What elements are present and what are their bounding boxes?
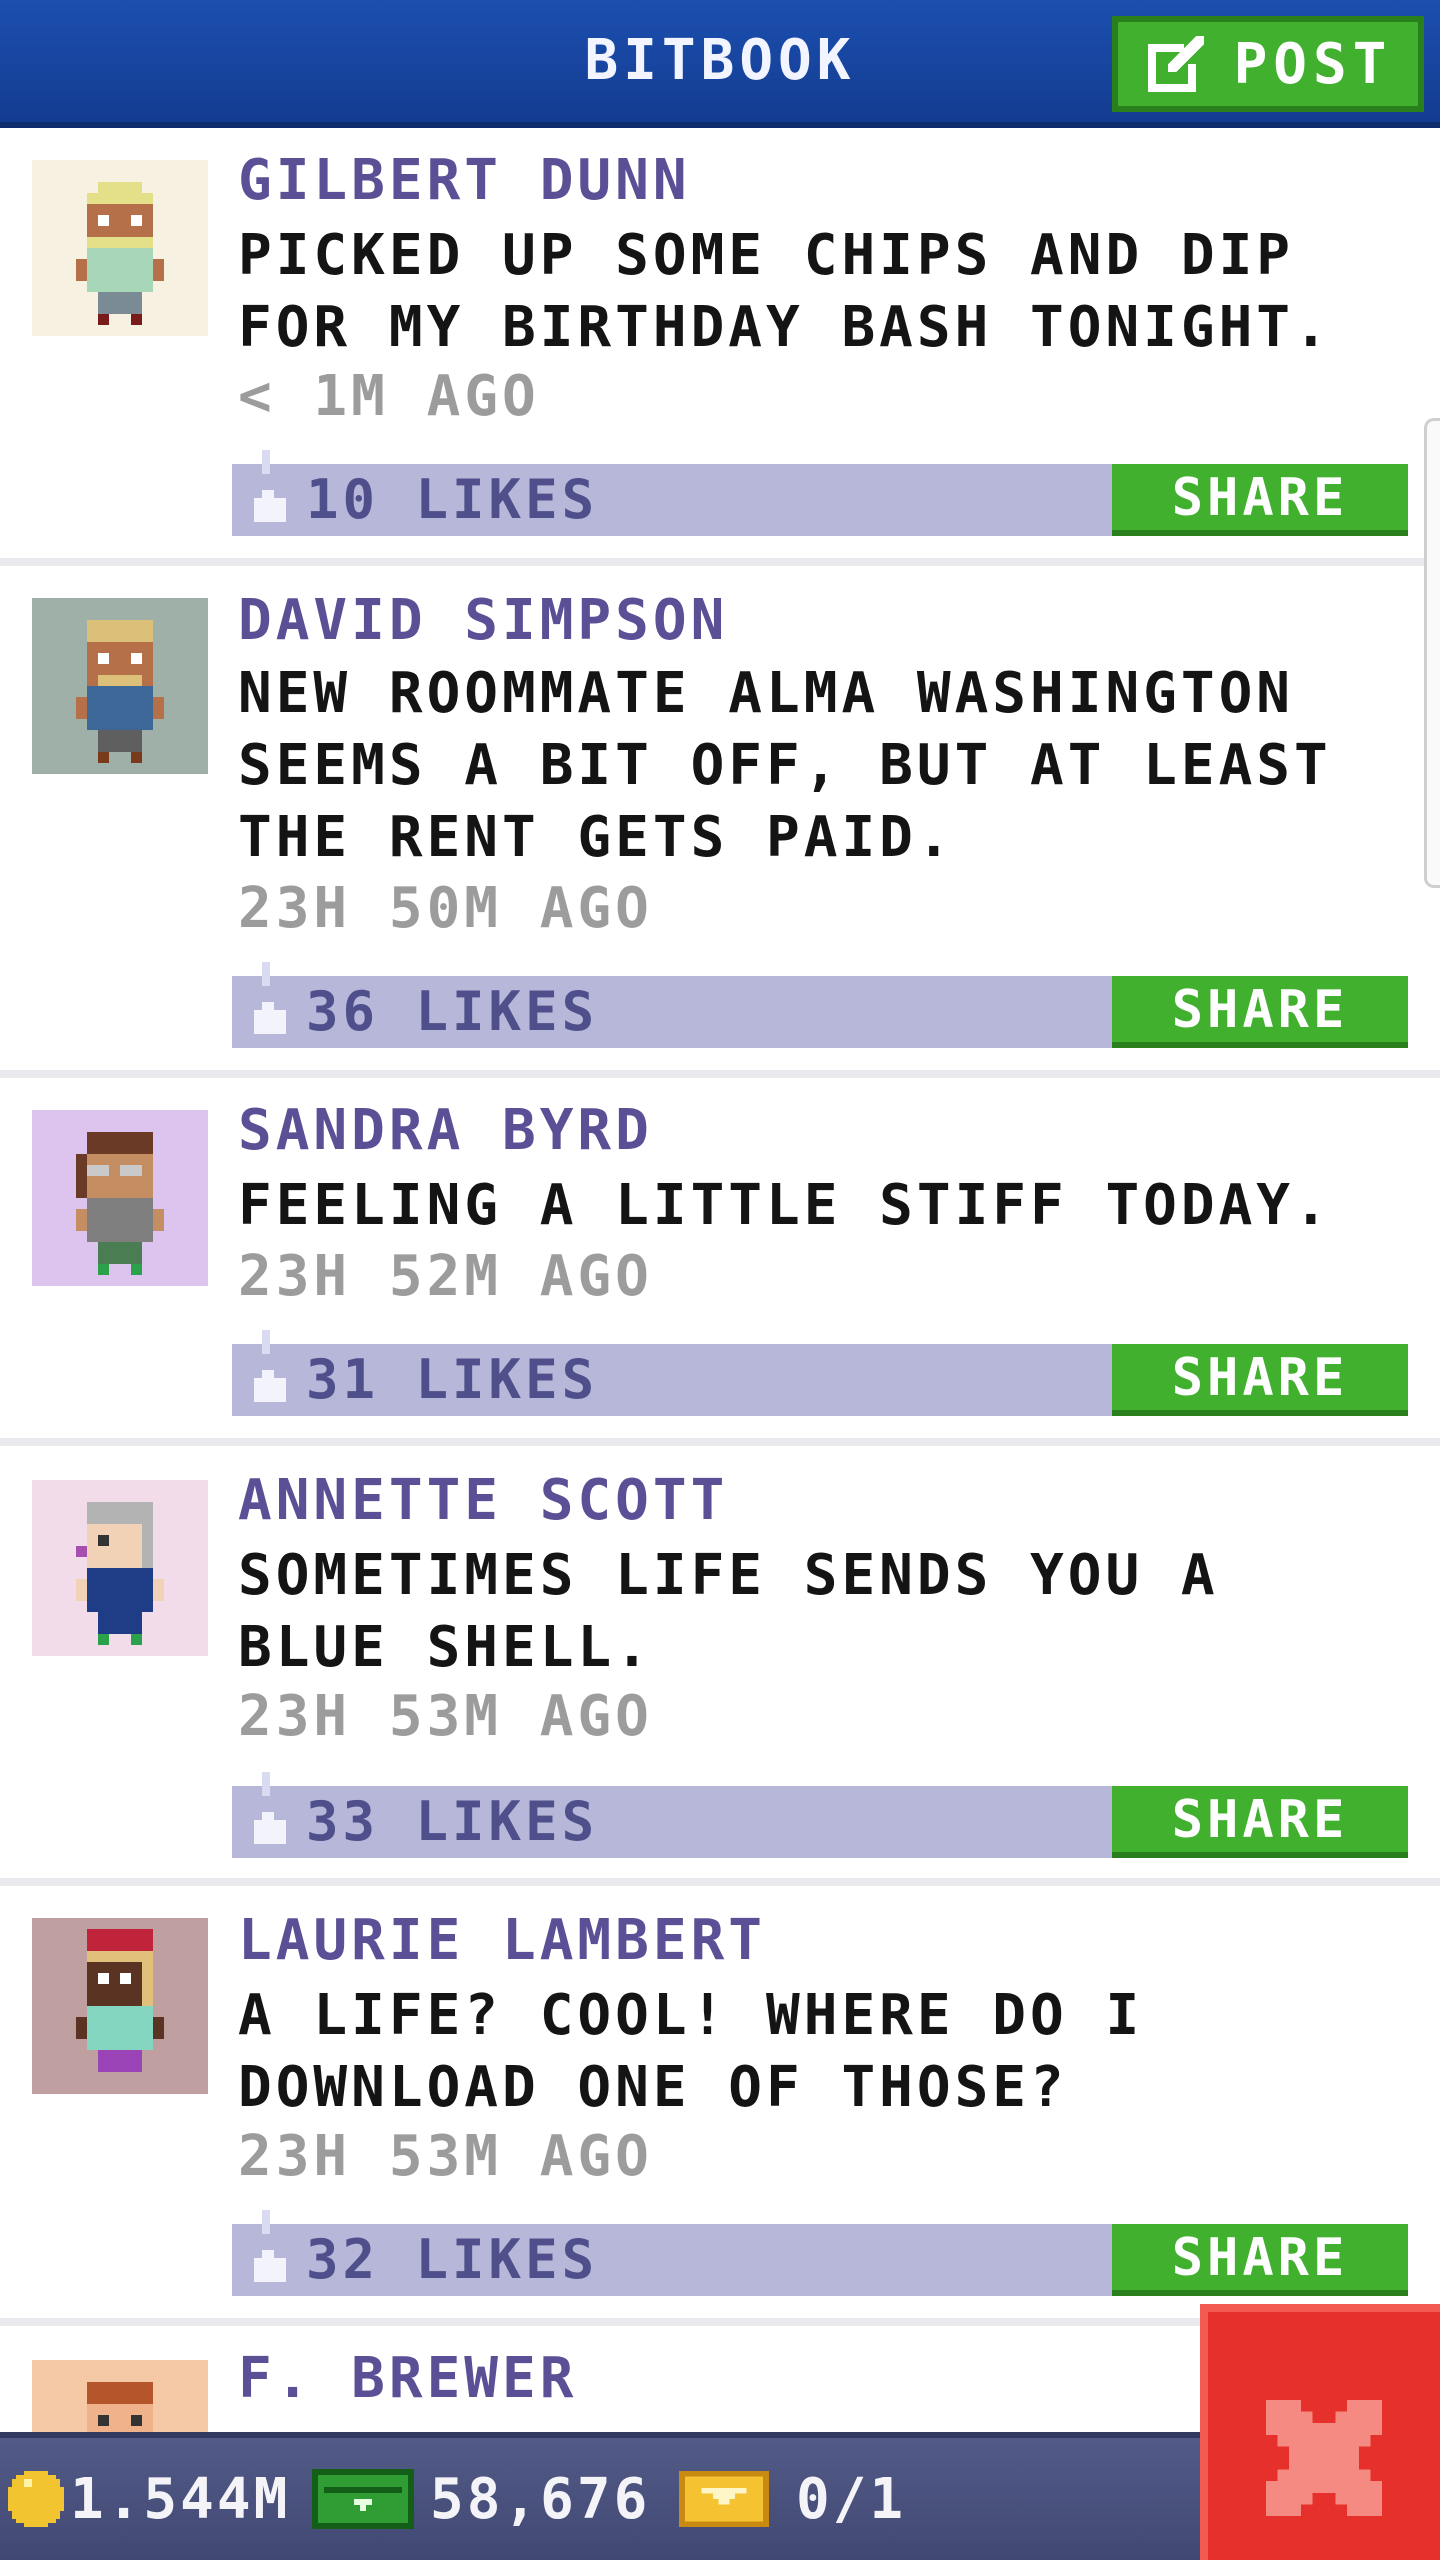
share-button[interactable]: SHARE (1112, 2224, 1408, 2296)
feed-post: DAVID SIMPSON NEW ROOMMATE ALMA WASHINGT… (0, 566, 1440, 1078)
post-text: SOMETIMES LIFE SENDS YOU A BLUE SHELL. (238, 1543, 1219, 1680)
like-bar[interactable]: 32 LIKES SHARE (232, 2210, 1408, 2296)
thumbs-up-icon (254, 1772, 286, 1844)
ticket-icon (679, 2471, 769, 2527)
like-bar[interactable]: 31 LIKES SHARE (232, 1330, 1408, 1416)
post-author[interactable]: ANNETTE SCOTT (238, 1468, 728, 1540)
post-author[interactable]: F. BREWER (238, 2346, 577, 2418)
ticket-stat: 0/1 (678, 2438, 906, 2560)
avatar (32, 1110, 208, 1286)
coin-icon (8, 2471, 64, 2527)
share-button[interactable]: SHARE (1112, 976, 1408, 1048)
avatar (32, 598, 208, 774)
like-count: 10 LIKES (306, 468, 599, 531)
scrollbar[interactable] (1424, 418, 1440, 888)
feed-post: SANDRA BYRD FEELING A LITTLE STIFF TODAY… (0, 1078, 1440, 1446)
thumbs-up-icon (254, 2210, 286, 2282)
thumbs-up-icon (254, 962, 286, 1034)
like-count: 32 LIKES (306, 2228, 599, 2291)
post-author[interactable]: GILBERT DUNN (238, 148, 691, 220)
avatar (32, 1918, 208, 2094)
feed-post: ANNETTE SCOTT SOMETIMES LIFE SENDS YOU A… (0, 1446, 1440, 1886)
avatar (32, 1480, 208, 1656)
like-bar[interactable]: 10 LIKES SHARE (232, 450, 1408, 536)
post-text: PICKED UP SOME CHIPS AND DIP FOR MY BIRT… (238, 223, 1332, 360)
feed-post: GILBERT DUNN PICKED UP SOME CHIPS AND DI… (0, 128, 1440, 566)
post-author[interactable]: DAVID SIMPSON (238, 588, 728, 660)
like-bar[interactable]: 33 LIKES SHARE (232, 1772, 1408, 1858)
post-timestamp: 23H 53M AGO (238, 2124, 653, 2189)
post-button-label: POST (1233, 31, 1393, 97)
bux-icon (312, 2469, 414, 2529)
post-text: A LIFE? COOL! WHERE DO I DOWNLOAD ONE OF… (238, 1983, 1144, 2120)
like-bar[interactable]: 36 LIKES SHARE (232, 962, 1408, 1048)
top-bar: BITBOOK POST (0, 0, 1440, 128)
post-author[interactable]: SANDRA BYRD (238, 1098, 653, 1170)
ticket-count: 0/1 (796, 2466, 907, 2532)
share-button[interactable]: SHARE (1112, 464, 1408, 536)
post-button[interactable]: POST (1112, 16, 1424, 112)
thumbs-up-icon (254, 450, 286, 522)
post-timestamp: 23H 53M AGO (238, 1684, 653, 1749)
post-text: FEELING A LITTLE STIFF TODAY. (238, 1173, 1332, 1238)
avatar (32, 160, 208, 336)
bux-count: 58,676 (430, 2466, 651, 2532)
like-count: 33 LIKES (306, 1790, 599, 1853)
close-icon (1266, 2400, 1382, 2516)
post-author[interactable]: LAURIE LAMBERT (238, 1908, 766, 1980)
close-button[interactable] (1200, 2304, 1440, 2560)
share-button[interactable]: SHARE (1112, 1344, 1408, 1416)
news-feed[interactable]: GILBERT DUNN PICKED UP SOME CHIPS AND DI… (0, 128, 1440, 2432)
coin-stat: 1.544M (8, 2438, 290, 2560)
post-timestamp: 23H 50M AGO (238, 876, 653, 941)
like-count: 31 LIKES (306, 1348, 599, 1411)
post-divider (0, 558, 1440, 566)
post-timestamp: 23H 52M AGO (238, 1244, 653, 1309)
share-button[interactable]: SHARE (1112, 1786, 1408, 1858)
post-divider (0, 1438, 1440, 1446)
coin-count: 1.544M (70, 2466, 291, 2532)
post-timestamp: < 1M AGO (238, 364, 540, 429)
post-divider (0, 1878, 1440, 1886)
feed-post: LAURIE LAMBERT A LIFE? COOL! WHERE DO I … (0, 1886, 1440, 2326)
post-text: NEW ROOMMATE ALMA WASHINGTON SEEMS A BIT… (238, 661, 1332, 870)
bux-stat: 58,676 (312, 2438, 650, 2560)
edit-icon (1147, 36, 1204, 92)
post-divider (0, 1070, 1440, 1078)
thumbs-up-icon (254, 1330, 286, 1402)
like-count: 36 LIKES (306, 980, 599, 1043)
avatar (32, 2360, 208, 2432)
